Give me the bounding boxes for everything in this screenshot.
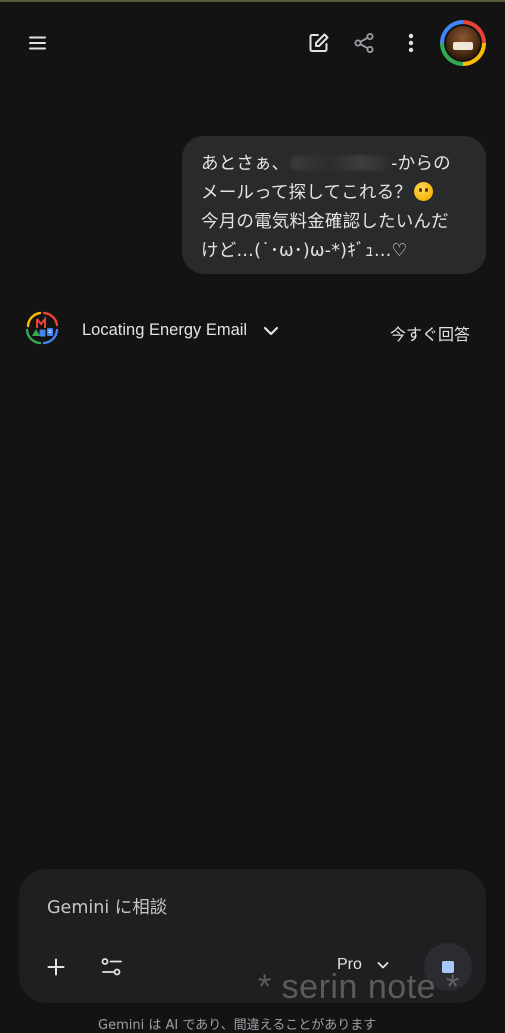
watermark: * serin note * <box>258 968 460 1006</box>
thinking-status-title[interactable]: Locating Energy Email <box>82 321 247 340</box>
user-message-text: あとさぁ、 <box>201 154 290 174</box>
chevron-down-icon <box>263 326 279 336</box>
tune-icon <box>101 958 122 976</box>
user-message-text: メールって探してこれる？ <box>201 183 412 203</box>
menu-button[interactable] <box>18 23 58 63</box>
hamburger-menu-icon <box>29 36 46 50</box>
share-button[interactable] <box>344 23 384 63</box>
share-icon <box>354 33 374 53</box>
edit-icon <box>309 33 329 52</box>
plus-icon <box>47 958 65 976</box>
account-avatar[interactable] <box>440 20 486 66</box>
tools-button[interactable] <box>92 947 132 987</box>
thinking-face-emoji-icon <box>414 182 433 201</box>
more-vert-icon <box>408 33 414 53</box>
expand-thinking-button[interactable] <box>260 320 282 342</box>
user-message-bubble: あとさぁ、 -からの メールって探してこれる？ 今月の電気料金確認したいんだ けど… <box>182 136 486 274</box>
top-app-bar <box>0 18 505 70</box>
redacted-text <box>290 155 391 171</box>
user-message-text: -からの <box>391 154 451 174</box>
user-message-text: けど…(˙･ω･)ω-*)ｷﾞｭ…♡ <box>201 241 408 261</box>
new-chat-button[interactable] <box>299 23 339 63</box>
status-strip <box>0 0 505 2</box>
more-options-button[interactable] <box>391 23 431 63</box>
avatar-photo <box>446 26 480 60</box>
user-message-text: 今月の電気料金確認したいんだ <box>201 212 449 232</box>
gemini-apps-logo-icon <box>25 311 59 345</box>
answer-now-button[interactable]: 今すぐ回答 <box>390 321 470 345</box>
add-attachment-button[interactable] <box>36 947 76 987</box>
prompt-input[interactable] <box>47 895 447 921</box>
